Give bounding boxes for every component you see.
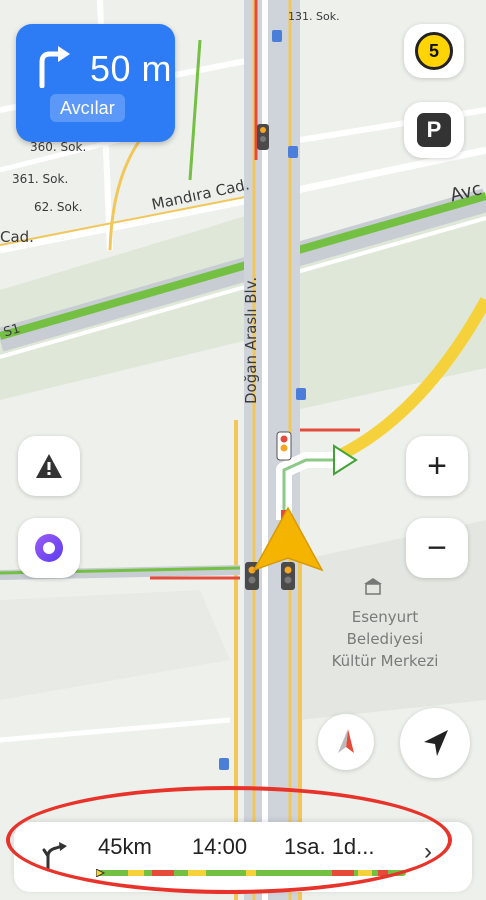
bus-stop-icon <box>219 758 229 770</box>
parking-icon: P <box>417 113 451 147</box>
report-alert-button[interactable] <box>18 436 80 496</box>
street-label-cad: Cad. <box>0 228 34 246</box>
maneuver-street: Avcılar <box>50 94 125 122</box>
poi-name-line1: Esenyurt <box>351 608 419 626</box>
traffic-light-icon <box>276 431 292 461</box>
poi-name-line3: Kültür Merkezi <box>331 652 439 670</box>
compass-button[interactable] <box>318 714 374 770</box>
street-label-360-sok: 360. Sok. <box>30 140 87 154</box>
alice-assistant-icon <box>35 534 63 562</box>
speed-limit-button[interactable]: 5 <box>404 24 464 78</box>
warning-icon <box>36 454 62 478</box>
street-label-62-sok: 62. Sok. <box>34 200 83 214</box>
remaining-duration: 1sa. 1d... <box>284 834 375 859</box>
zoom-out-button[interactable]: − <box>406 518 468 578</box>
locate-me-button[interactable] <box>400 708 470 778</box>
bus-stop-icon <box>288 146 298 158</box>
parking-button[interactable]: P <box>404 102 464 158</box>
turn-right-icon <box>39 46 70 88</box>
traffic-light-icon <box>257 124 269 150</box>
maneuver-distance: 50 m <box>90 48 173 89</box>
street-label-361-sok: 361. Sok. <box>12 172 69 186</box>
traffic-light-icon <box>281 562 295 590</box>
street-label-131-sok: 131. Sok. <box>288 10 340 23</box>
navigation-screen: 131. Sok. 360. Sok. 361. Sok. 62. Sok. M… <box>0 0 486 900</box>
maneuver-card[interactable]: 50 m Avcılar <box>16 24 175 142</box>
navigation-arrow-icon <box>424 730 448 756</box>
bus-stop-icon <box>272 30 282 42</box>
poi-name-line2: Belediyesi <box>346 630 424 648</box>
compass-icon <box>338 729 354 753</box>
speed-limit-badge: 5 <box>415 32 453 70</box>
zoom-in-icon: + <box>427 447 447 485</box>
bus-stop-icon <box>296 388 306 400</box>
remaining-distance: 45km <box>98 834 152 859</box>
street-label-dogan: Doğan Araslı Blv. <box>242 276 260 404</box>
zoom-out-icon: − <box>427 529 447 567</box>
route-fork-icon <box>42 842 67 872</box>
voice-assistant-button[interactable] <box>18 518 80 578</box>
arrival-time: 14:00 <box>192 834 248 859</box>
route-summary-panel[interactable]: 45km 14:00 1sa. 1d... › <box>14 822 472 892</box>
zoom-in-button[interactable]: + <box>406 436 468 496</box>
traffic-progress-bar <box>96 869 406 877</box>
expand-chevron-icon[interactable]: › <box>424 838 432 866</box>
